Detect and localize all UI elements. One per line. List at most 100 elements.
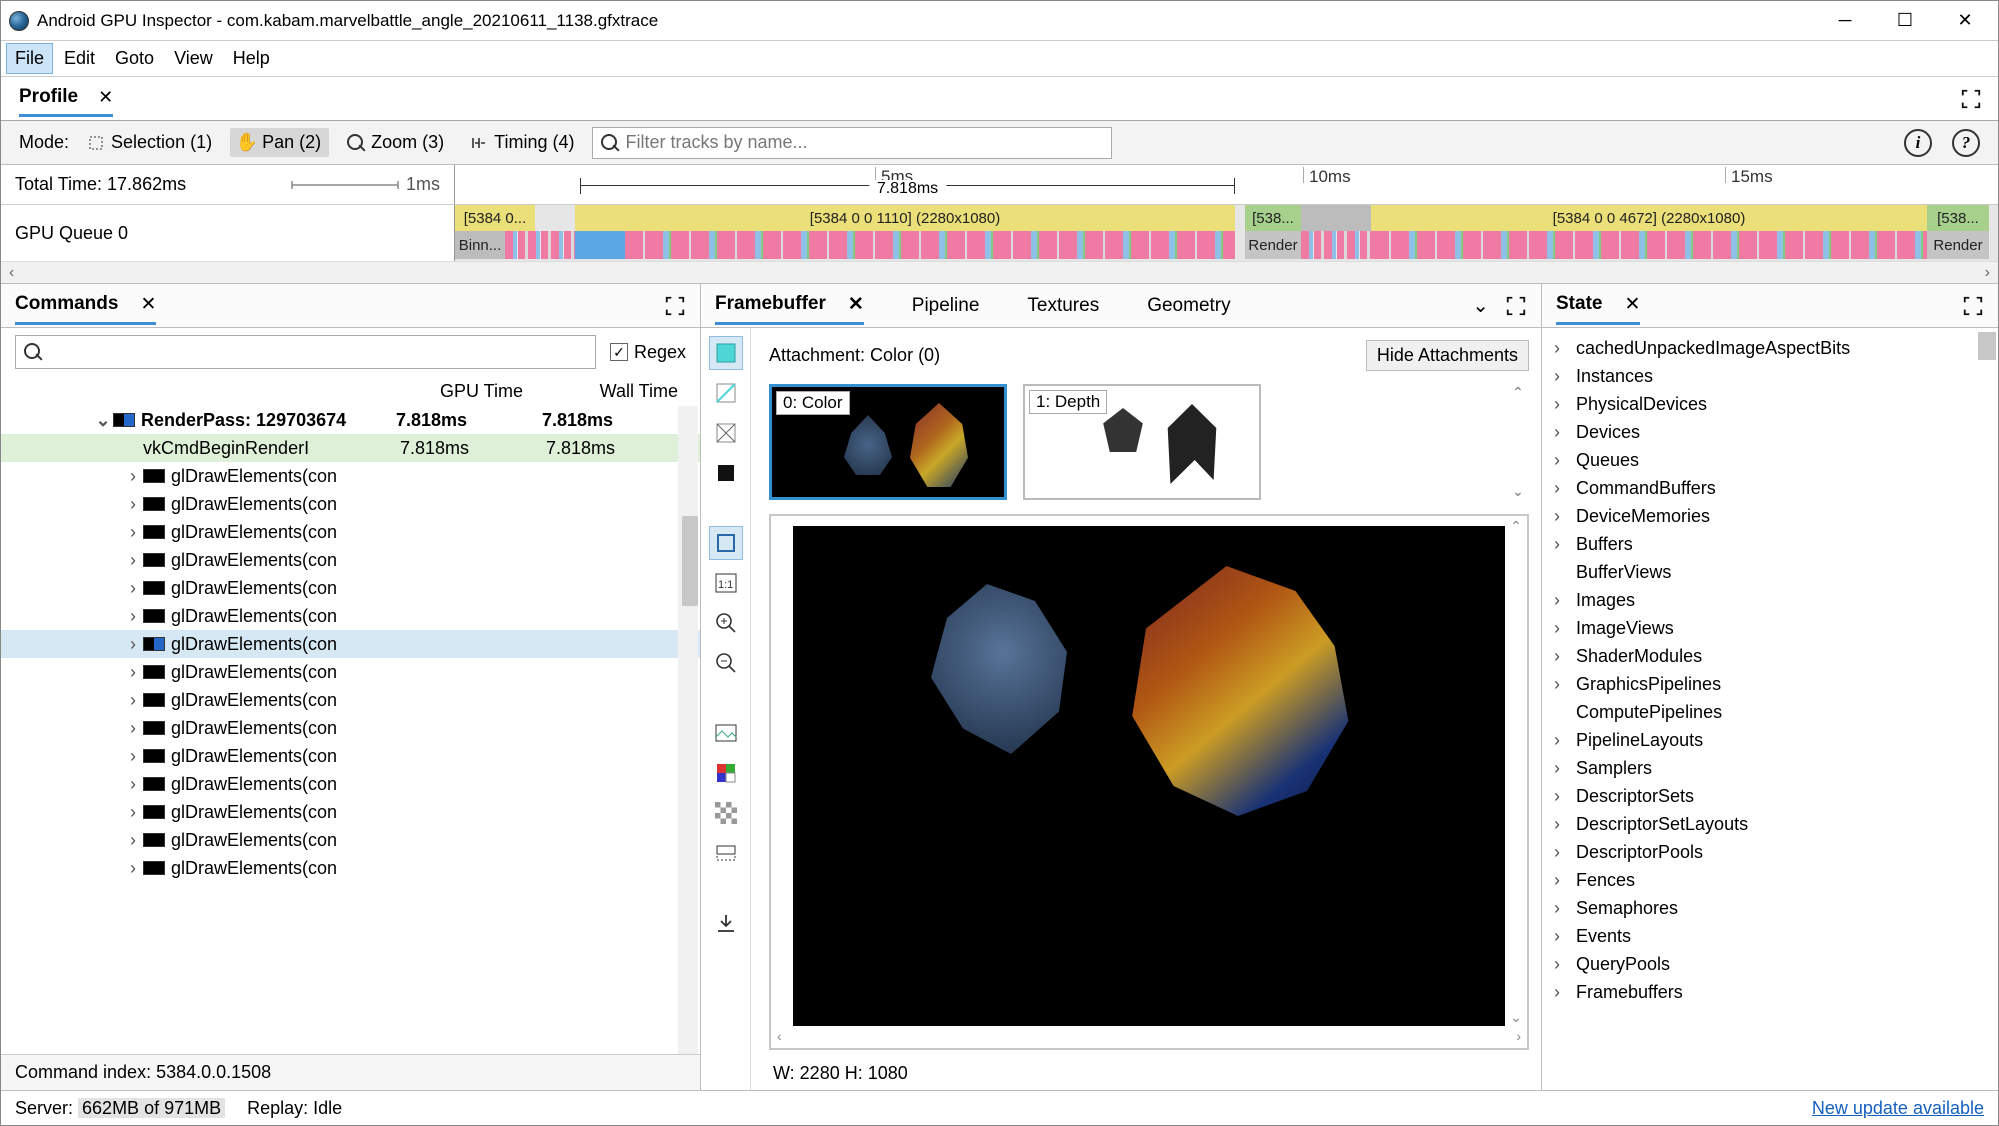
state-row[interactable]: BufferViews bbox=[1542, 558, 1998, 586]
command-row[interactable]: ›glDrawElements(con bbox=[1, 462, 700, 490]
command-row[interactable]: ›glDrawElements(con bbox=[1, 658, 700, 686]
tool-download-icon[interactable] bbox=[709, 906, 743, 940]
command-row[interactable]: ›glDrawElements(con bbox=[1, 798, 700, 826]
menu-file[interactable]: File bbox=[7, 44, 52, 73]
mode-selection[interactable]: Selection (1) bbox=[79, 128, 220, 157]
state-row[interactable]: ›ShaderModules bbox=[1542, 642, 1998, 670]
framebuffer-close-icon[interactable]: ✕ bbox=[848, 293, 864, 316]
state-row[interactable]: ›DeviceMemories bbox=[1542, 502, 1998, 530]
tool-crop-icon[interactable] bbox=[709, 836, 743, 870]
tool-diagonal-icon[interactable] bbox=[709, 376, 743, 410]
command-row[interactable]: ›glDrawElements(con bbox=[1, 546, 700, 574]
command-row[interactable]: ›glDrawElements(con bbox=[1, 826, 700, 854]
state-row[interactable]: ›DescriptorSetLayouts bbox=[1542, 810, 1998, 838]
state-row[interactable]: ›PhysicalDevices bbox=[1542, 390, 1998, 418]
window-close[interactable]: ✕ bbox=[1936, 3, 1994, 39]
commands-tree[interactable]: ⌄RenderPass: 1297036747.818ms7.818msvkCm… bbox=[1, 406, 700, 1054]
block-3[interactable]: [5384 0 0 4672] (2280x1080) bbox=[1371, 205, 1927, 231]
state-row[interactable]: ›CommandBuffers bbox=[1542, 474, 1998, 502]
tab-pipeline[interactable]: Pipeline bbox=[912, 289, 980, 323]
command-row[interactable]: ›glDrawElements(con bbox=[1, 490, 700, 518]
tab-profile[interactable]: Profile ✕ bbox=[19, 80, 113, 117]
tab-textures[interactable]: Textures bbox=[1027, 289, 1099, 323]
state-tab[interactable]: State ✕ bbox=[1556, 287, 1640, 325]
tool-rgb-icon[interactable] bbox=[709, 756, 743, 790]
command-row[interactable]: ›glDrawElements(con bbox=[1, 686, 700, 714]
state-row[interactable]: ›ImageViews bbox=[1542, 614, 1998, 642]
command-row[interactable]: ›glDrawElements(con bbox=[1, 770, 700, 798]
state-row[interactable]: ›Semaphores bbox=[1542, 894, 1998, 922]
state-row[interactable]: ›Devices bbox=[1542, 418, 1998, 446]
commands-search-input[interactable] bbox=[15, 335, 596, 369]
state-row[interactable]: ›Queues bbox=[1542, 446, 1998, 474]
gpu-track[interactable]: [5384 0... Binn... [5384 0 0 1110] (2280… bbox=[455, 205, 1998, 261]
tool-zoom-out-icon[interactable] bbox=[709, 646, 743, 680]
tool-1to1-icon[interactable]: 1:1 bbox=[709, 566, 743, 600]
mode-timing[interactable]: Timing (4) bbox=[462, 128, 582, 157]
info-icon[interactable]: i bbox=[1904, 129, 1932, 157]
block-1[interactable]: [5384 0 0 1110] (2280x1080) bbox=[575, 205, 1235, 231]
state-row[interactable]: ›QueryPools bbox=[1542, 950, 1998, 978]
tab-framebuffer[interactable]: Framebuffer ✕ bbox=[715, 287, 864, 325]
hide-attachments-button[interactable]: Hide Attachments bbox=[1366, 340, 1529, 371]
timeline-hscroll[interactable]: ‹› bbox=[1, 261, 1998, 283]
menu-help[interactable]: Help bbox=[225, 44, 278, 73]
command-row[interactable]: ›glDrawElements(con bbox=[1, 602, 700, 630]
state-row[interactable]: ›Images bbox=[1542, 586, 1998, 614]
menu-goto[interactable]: Goto bbox=[107, 44, 162, 73]
tool-fit-icon[interactable] bbox=[709, 526, 743, 560]
thumbs-vscroll[interactable]: ⌃⌄ bbox=[1507, 384, 1529, 500]
commands-fullscreen-icon[interactable] bbox=[664, 295, 686, 317]
command-row[interactable]: ›glDrawElements(con bbox=[1, 574, 700, 602]
state-row[interactable]: ›Buffers bbox=[1542, 530, 1998, 558]
command-row[interactable]: ›glDrawElements(con bbox=[1, 714, 700, 742]
command-row[interactable]: ›glDrawElements(con bbox=[1, 742, 700, 770]
tool-cross-icon[interactable] bbox=[709, 416, 743, 450]
state-row[interactable]: ›Samplers bbox=[1542, 754, 1998, 782]
framebuffer-preview[interactable]: ‹› ⌃⌄ bbox=[769, 514, 1529, 1050]
tool-zoom-in-icon[interactable] bbox=[709, 606, 743, 640]
regex-checkbox[interactable]: ✓ Regex bbox=[610, 342, 686, 363]
command-row[interactable]: ›glDrawElements(con bbox=[1, 630, 700, 658]
timeline-ruler[interactable]: 5ms 10ms 15ms 7.818ms bbox=[455, 165, 1998, 204]
state-close-icon[interactable]: ✕ bbox=[1624, 293, 1640, 316]
filter-tracks-input[interactable]: Filter tracks by name... bbox=[592, 127, 1112, 159]
block-2[interactable]: [538... bbox=[1245, 205, 1301, 231]
mode-zoom[interactable]: Zoom (3) bbox=[339, 128, 452, 157]
tool-checker-icon[interactable] bbox=[709, 796, 743, 830]
tool-image-icon[interactable] bbox=[709, 716, 743, 750]
tab-geometry[interactable]: Geometry bbox=[1147, 289, 1230, 323]
state-tree[interactable]: ›cachedUnpackedImageAspectBits›Instances… bbox=[1542, 328, 1998, 1090]
commands-close-icon[interactable]: ✕ bbox=[140, 293, 156, 316]
state-row[interactable]: ›cachedUnpackedImageAspectBits bbox=[1542, 334, 1998, 362]
state-vscroll[interactable] bbox=[1978, 332, 1996, 360]
state-fullscreen-icon[interactable] bbox=[1962, 295, 1984, 317]
thumb-depth[interactable]: 1: Depth bbox=[1023, 384, 1261, 500]
state-row[interactable]: ›Instances bbox=[1542, 362, 1998, 390]
state-row[interactable]: ›PipelineLayouts bbox=[1542, 726, 1998, 754]
command-row[interactable]: vkCmdBeginRenderI7.818ms7.818ms bbox=[1, 434, 700, 462]
state-row[interactable]: ›GraphicsPipelines bbox=[1542, 670, 1998, 698]
new-update-link[interactable]: New update available bbox=[1812, 1098, 1984, 1119]
window-minimize[interactable]: ─ bbox=[1816, 3, 1874, 39]
state-row[interactable]: ›Framebuffers bbox=[1542, 978, 1998, 1006]
block-4[interactable]: [538... bbox=[1927, 205, 1989, 231]
preview-vscroll[interactable]: ⌃⌄ bbox=[1507, 518, 1525, 1026]
commands-vscroll[interactable] bbox=[678, 406, 698, 1054]
help-icon[interactable]: ? bbox=[1952, 129, 1980, 157]
command-row[interactable]: ›glDrawElements(con bbox=[1, 854, 700, 882]
tool-black-square-icon[interactable] bbox=[709, 456, 743, 490]
commands-tab[interactable]: Commands ✕ bbox=[15, 287, 156, 325]
state-row[interactable]: ›DescriptorSets bbox=[1542, 782, 1998, 810]
menu-edit[interactable]: Edit bbox=[56, 44, 103, 73]
chevron-down-icon[interactable]: ⌄ bbox=[1472, 293, 1489, 318]
mode-pan[interactable]: ✋ Pan (2) bbox=[230, 128, 329, 157]
preview-hscroll[interactable]: ‹› bbox=[771, 1028, 1527, 1048]
thumb-color[interactable]: 0: Color bbox=[769, 384, 1007, 500]
block-0[interactable]: [5384 0... bbox=[455, 205, 535, 231]
command-row[interactable]: ⌄RenderPass: 1297036747.818ms7.818ms bbox=[1, 406, 700, 434]
tab-profile-close-icon[interactable]: ✕ bbox=[98, 87, 113, 108]
framebuffer-fullscreen-icon[interactable] bbox=[1505, 295, 1527, 317]
menu-view[interactable]: View bbox=[166, 44, 221, 73]
state-row[interactable]: ComputePipelines bbox=[1542, 698, 1998, 726]
